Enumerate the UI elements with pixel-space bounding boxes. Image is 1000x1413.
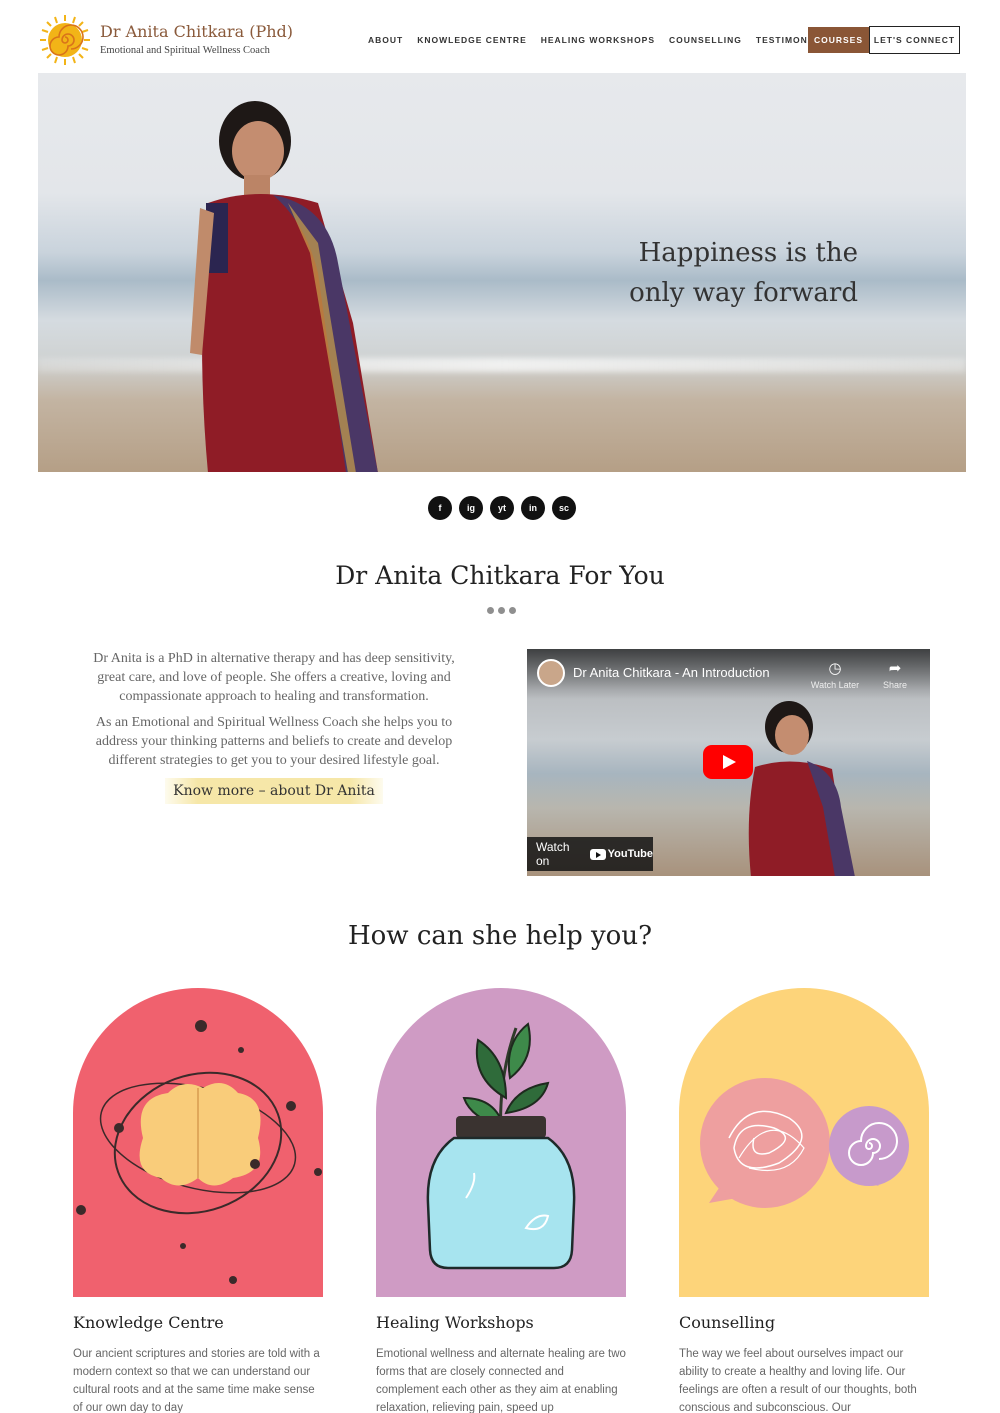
- knowledge-centre-text: Our ancient scriptures and stories are t…: [73, 1348, 320, 1413]
- about-paragraph-1: Dr Anita is a PhD in alternative therapy…: [93, 651, 455, 704]
- clock-icon: ◷: [828, 660, 842, 677]
- video-thumbnail-image: [748, 701, 855, 876]
- plant-jar-illustration-icon: [426, 1022, 576, 1270]
- sun-logo-icon[interactable]: [38, 13, 92, 67]
- counselling-image[interactable]: [679, 988, 929, 1297]
- youtube-video-embed[interactable]: Dr Anita Chitkara - An Introduction ◷ Wa…: [527, 649, 930, 876]
- courses-button[interactable]: COURSES: [808, 27, 869, 53]
- watch-on-youtube-button[interactable]: Watch on YouTube: [527, 837, 653, 871]
- watch-later-label: Watch Later: [810, 680, 860, 690]
- play-button[interactable]: [703, 745, 753, 779]
- speech-bubbles-illustration-icon: [700, 1078, 909, 1208]
- healing-workshops-text: Emotional wellness and alternate healing…: [376, 1348, 626, 1413]
- share-label: Share: [882, 680, 908, 690]
- linkedin-icon[interactable]: in: [521, 496, 545, 520]
- divider-dots: [487, 607, 516, 614]
- knowledge-centre-title[interactable]: Knowledge Centre: [73, 1313, 224, 1332]
- nav-about[interactable]: ABOUT: [368, 35, 403, 45]
- facebook-icon[interactable]: f: [428, 496, 452, 520]
- instagram-icon[interactable]: ig: [459, 496, 483, 520]
- about-intro: Dr Anita is a PhD in alternative therapy…: [78, 649, 470, 777]
- watch-on-label: Watch on: [536, 840, 570, 868]
- counselling-title[interactable]: Counselling: [679, 1313, 775, 1332]
- hero-banner: Happiness is the only way forward: [38, 73, 966, 472]
- know-more-link[interactable]: Know more – about Dr Anita: [165, 778, 383, 804]
- knowledge-centre-image[interactable]: [73, 988, 323, 1297]
- healing-workshops-title[interactable]: Healing Workshops: [376, 1313, 534, 1332]
- counselling-text: The way we feel about ourselves impact o…: [679, 1348, 917, 1413]
- hero-portrait-image: [190, 101, 378, 472]
- hero-quote-line-1: Happiness is the: [638, 238, 858, 268]
- youtube-icon[interactable]: yt: [490, 496, 514, 520]
- youtube-logo: YouTube: [589, 848, 653, 860]
- video-title[interactable]: Dr Anita Chitkara - An Introduction: [573, 665, 770, 680]
- nav-counselling[interactable]: COUNSELLING: [669, 35, 742, 45]
- help-title: How can she help you?: [347, 921, 653, 951]
- share-icon: ➦: [888, 660, 902, 677]
- lets-connect-button[interactable]: LET'S CONNECT: [869, 26, 960, 54]
- youtube-play-icon: [589, 848, 606, 860]
- about-paragraph-2: As an Emotional and Spiritual Wellness C…: [95, 715, 453, 768]
- hero-quote-line-2: only way forward: [629, 278, 858, 308]
- site-header: Dr Anita Chitkara (Phd) Emotional and Sp…: [0, 0, 1000, 73]
- share-button[interactable]: ➦ Share: [865, 659, 925, 690]
- brand-subtitle: Emotional and Spiritual Wellness Coach: [100, 45, 270, 56]
- nav-healing-workshops[interactable]: HEALING WORKSHOPS: [541, 35, 655, 45]
- hero-quote: Happiness is the only way forward: [629, 233, 858, 313]
- healing-workshops-image[interactable]: [376, 988, 626, 1297]
- youtube-logo-text: YouTube: [607, 848, 653, 860]
- social-links: f ig yt in sc: [428, 496, 576, 520]
- about-title: Dr Anita Chitkara For You: [335, 561, 665, 590]
- channel-avatar[interactable]: [537, 659, 565, 687]
- brain-illustration-icon: [76, 1020, 322, 1284]
- nav-knowledge-centre[interactable]: KNOWLEDGE CENTRE: [417, 35, 527, 45]
- watch-later-button[interactable]: ◷ Watch Later: [805, 659, 865, 690]
- main-nav: ABOUT KNOWLEDGE CENTRE HEALING WORKSHOPS…: [368, 35, 845, 45]
- brand-title[interactable]: Dr Anita Chitkara (Phd): [100, 22, 293, 41]
- soundcloud-icon[interactable]: sc: [552, 496, 576, 520]
